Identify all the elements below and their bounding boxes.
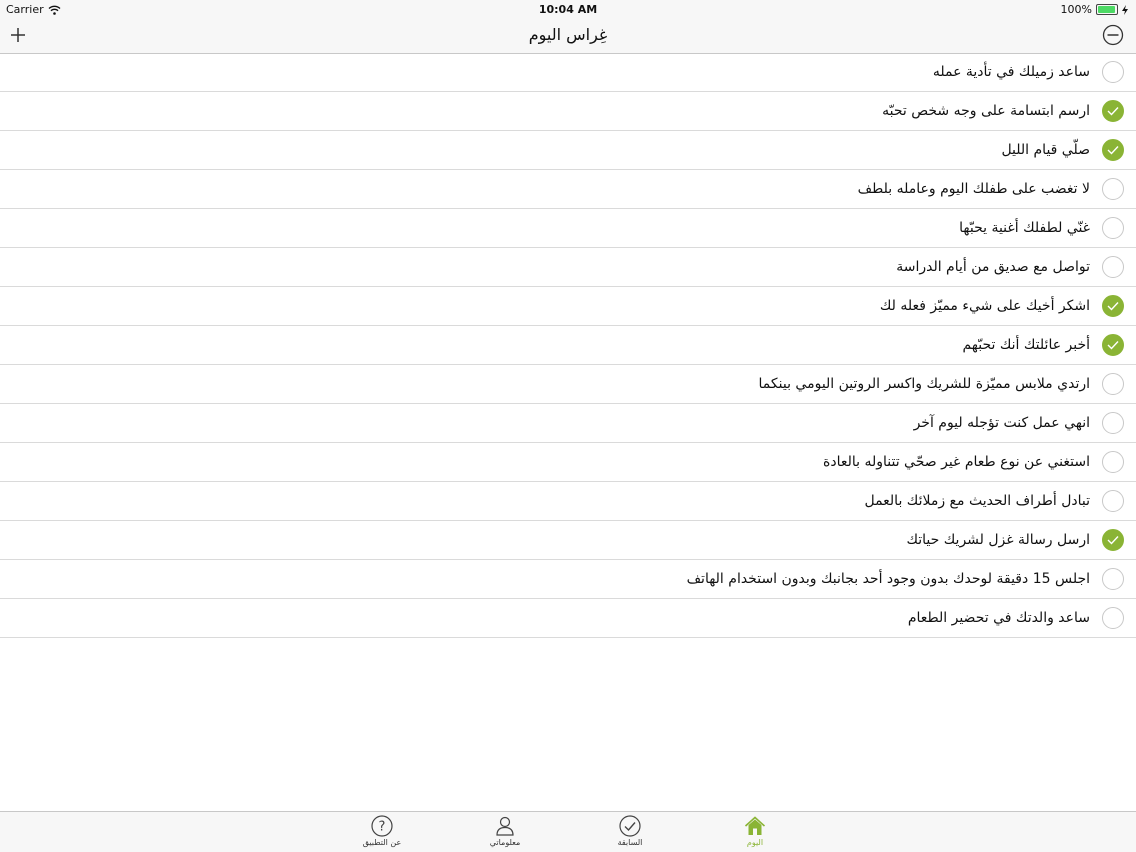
task-label: انهي عمل كنت تؤجله ليوم آخر [913,415,1090,431]
task-list: ساعد زميلك في تأدية عمله ارسم ابتسامة على… [0,53,1136,638]
task-checkbox[interactable] [1102,61,1124,83]
home-icon [744,816,766,835]
page-title: غِراس اليوم [528,25,608,44]
task-label: ارسم ابتسامة على وجه شخص تحبّه [882,103,1090,119]
task-label: اشكر أخيك على شيء مميّز فعله لك [879,298,1090,314]
tab-previous[interactable]: السابقة [595,815,665,847]
task-row[interactable]: أخبر عائلتك أنك تحبّهم [0,326,1136,365]
check-icon [1107,107,1119,116]
tab-bar: ? عن التطبيق معلوماتي السابقة اليوم [0,811,1136,852]
task-label: غنّي لطفلك أغنية يحبّها [959,220,1090,236]
charging-icon [1122,4,1128,15]
tab-previous-label: السابقة [617,838,643,847]
person-icon [496,816,514,836]
task-label: استغني عن نوع طعام غير صحّي تتناوله بالع… [823,454,1090,470]
task-checkbox[interactable] [1102,373,1124,395]
tab-about[interactable]: ? عن التطبيق [347,815,417,847]
task-label: تبادل أطراف الحديث مع زملائك بالعمل [864,493,1090,509]
task-row[interactable]: ارتدي ملابس مميّزة للشريك واكسر الروتين … [0,365,1136,404]
task-checkbox[interactable] [1102,100,1124,122]
task-label: ساعد زميلك في تأدية عمله [932,64,1090,80]
tab-info[interactable]: معلوماتي [470,815,540,847]
tab-today[interactable]: اليوم [720,815,790,847]
task-row[interactable]: اشكر أخيك على شيء مميّز فعله لك [0,287,1136,326]
checkmark-circle-icon [619,815,641,837]
task-row[interactable]: لا تغضب على طفلك اليوم وعامله بلطف [0,170,1136,209]
task-row[interactable]: انهي عمل كنت تؤجله ليوم آخر [0,404,1136,443]
svg-text:?: ? [379,820,386,835]
check-icon [1107,341,1119,350]
task-checkbox[interactable] [1102,217,1124,239]
task-checkbox[interactable] [1102,607,1124,629]
task-row[interactable]: تواصل مع صديق من أيام الدراسة [0,248,1136,287]
remove-icon[interactable] [1102,24,1124,46]
task-label: صلّي قيام الليل [1001,142,1090,158]
check-icon [1107,302,1119,311]
help-icon: ? [371,815,393,837]
task-checkbox[interactable] [1102,529,1124,551]
check-icon [1107,536,1119,545]
task-label: لا تغضب على طفلك اليوم وعامله بلطف [857,181,1090,197]
task-checkbox[interactable] [1102,256,1124,278]
task-checkbox[interactable] [1102,334,1124,356]
navigation-bar: غِراس اليوم [0,18,1136,54]
task-checkbox[interactable] [1102,178,1124,200]
tab-today-label: اليوم [746,838,764,847]
task-label: أخبر عائلتك أنك تحبّهم [962,337,1090,353]
tab-about-label: عن التطبيق [362,838,402,847]
task-row[interactable]: ارسل رسالة غزل لشريك حياتك [0,521,1136,560]
battery-percent: 100% [1060,3,1092,16]
task-row[interactable]: ساعد والدتك في تحضير الطعام [0,599,1136,638]
task-label: ارسل رسالة غزل لشريك حياتك [906,532,1090,548]
task-row[interactable]: تبادل أطراف الحديث مع زملائك بالعمل [0,482,1136,521]
task-row[interactable]: استغني عن نوع طعام غير صحّي تتناوله بالع… [0,443,1136,482]
task-label: ارتدي ملابس مميّزة للشريك واكسر الروتين … [758,376,1090,392]
task-label: تواصل مع صديق من أيام الدراسة [896,259,1090,275]
task-checkbox[interactable] [1102,451,1124,473]
task-checkbox[interactable] [1102,412,1124,434]
task-row[interactable]: ساعد زميلك في تأدية عمله [0,53,1136,92]
status-time: 10:04 AM [538,3,598,16]
status-bar: Carrier 10:04 AM 100% [0,0,1136,18]
battery-icon [1096,4,1118,15]
task-label: ساعد والدتك في تحضير الطعام [907,610,1090,626]
check-icon [1107,146,1119,155]
task-checkbox[interactable] [1102,568,1124,590]
task-row[interactable]: صلّي قيام الليل [0,131,1136,170]
task-checkbox[interactable] [1102,139,1124,161]
task-row[interactable]: اجلس 15 دقيقة لوحدك بدون وجود أحد بجانبك… [0,560,1136,599]
task-row[interactable]: غنّي لطفلك أغنية يحبّها [0,209,1136,248]
task-label: اجلس 15 دقيقة لوحدك بدون وجود أحد بجانبك… [686,571,1090,587]
task-checkbox[interactable] [1102,490,1124,512]
task-row[interactable]: ارسم ابتسامة على وجه شخص تحبّه [0,92,1136,131]
tab-info-label: معلوماتي [489,838,521,847]
task-checkbox[interactable] [1102,295,1124,317]
